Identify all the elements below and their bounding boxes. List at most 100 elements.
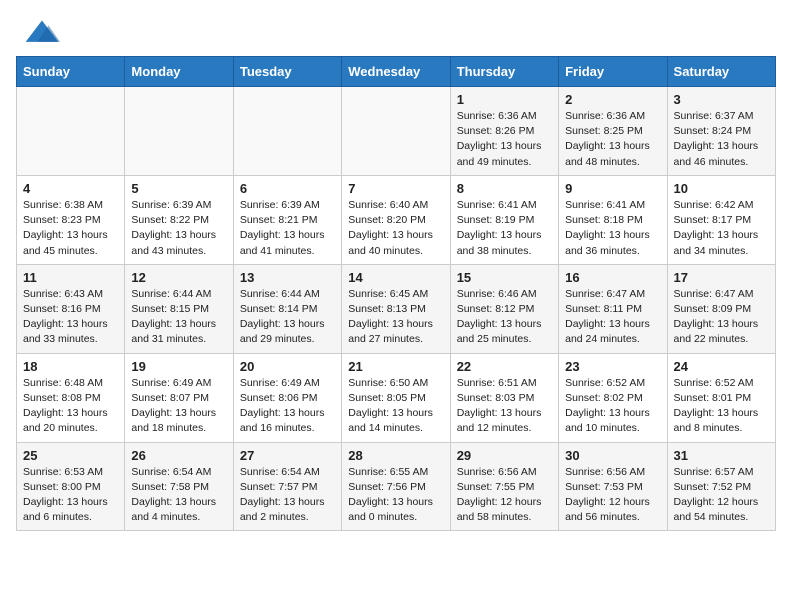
day-number: 27 xyxy=(240,448,335,463)
day-info: Sunrise: 6:49 AM Sunset: 8:06 PM Dayligh… xyxy=(240,376,335,437)
day-info: Sunrise: 6:52 AM Sunset: 8:02 PM Dayligh… xyxy=(565,376,660,437)
day-number: 20 xyxy=(240,359,335,374)
logo xyxy=(24,18,64,46)
day-number: 15 xyxy=(457,270,552,285)
day-number: 26 xyxy=(131,448,226,463)
day-number: 17 xyxy=(674,270,769,285)
calendar-body: 1 Sunrise: 6:36 AM Sunset: 8:26 PM Daylig… xyxy=(17,87,776,531)
page-header xyxy=(0,0,792,56)
calendar-cell: 25 Sunrise: 6:53 AM Sunset: 8:00 PM Dayli… xyxy=(17,442,125,531)
day-info: Sunrise: 6:45 AM Sunset: 8:13 PM Dayligh… xyxy=(348,287,443,348)
day-number: 3 xyxy=(674,92,769,107)
calendar-cell: 27 Sunrise: 6:54 AM Sunset: 7:57 PM Dayli… xyxy=(233,442,341,531)
day-number: 21 xyxy=(348,359,443,374)
calendar-week-4: 25 Sunrise: 6:53 AM Sunset: 8:00 PM Dayli… xyxy=(17,442,776,531)
day-number: 22 xyxy=(457,359,552,374)
day-info: Sunrise: 6:44 AM Sunset: 8:14 PM Dayligh… xyxy=(240,287,335,348)
calendar-cell: 3 Sunrise: 6:37 AM Sunset: 8:24 PM Daylig… xyxy=(667,87,775,176)
calendar-cell: 12 Sunrise: 6:44 AM Sunset: 8:15 PM Dayli… xyxy=(125,264,233,353)
calendar-table: SundayMondayTuesdayWednesdayThursdayFrid… xyxy=(16,56,776,531)
calendar-cell: 9Sunrise: 6:41 AM Sunset: 8:18 PM Daylig… xyxy=(559,175,667,264)
day-number: 7 xyxy=(348,181,443,196)
calendar-week-0: 1 Sunrise: 6:36 AM Sunset: 8:26 PM Daylig… xyxy=(17,87,776,176)
day-number: 1 xyxy=(457,92,552,107)
day-info: Sunrise: 6:56 AM Sunset: 7:55 PM Dayligh… xyxy=(457,465,552,526)
calendar-cell: 15 Sunrise: 6:46 AM Sunset: 8:12 PM Dayli… xyxy=(450,264,558,353)
day-header-saturday: Saturday xyxy=(667,57,775,87)
day-info: Sunrise: 6:54 AM Sunset: 7:58 PM Dayligh… xyxy=(131,465,226,526)
calendar-cell: 23Sunrise: 6:52 AM Sunset: 8:02 PM Dayli… xyxy=(559,353,667,442)
day-info: Sunrise: 6:41 AM Sunset: 8:19 PM Dayligh… xyxy=(457,198,552,259)
calendar-cell xyxy=(233,87,341,176)
day-number: 25 xyxy=(23,448,118,463)
day-number: 4 xyxy=(23,181,118,196)
calendar-week-3: 18 Sunrise: 6:48 AM Sunset: 8:08 PM Dayli… xyxy=(17,353,776,442)
day-info: Sunrise: 6:43 AM Sunset: 8:16 PM Dayligh… xyxy=(23,287,118,348)
calendar-header: SundayMondayTuesdayWednesdayThursdayFrid… xyxy=(17,57,776,87)
calendar-cell: 28Sunrise: 6:55 AM Sunset: 7:56 PM Dayli… xyxy=(342,442,450,531)
day-info: Sunrise: 6:55 AM Sunset: 7:56 PM Dayligh… xyxy=(348,465,443,526)
day-number: 29 xyxy=(457,448,552,463)
day-info: Sunrise: 6:36 AM Sunset: 8:25 PM Dayligh… xyxy=(565,109,660,170)
calendar-cell: 22Sunrise: 6:51 AM Sunset: 8:03 PM Dayli… xyxy=(450,353,558,442)
day-info: Sunrise: 6:46 AM Sunset: 8:12 PM Dayligh… xyxy=(457,287,552,348)
day-number: 12 xyxy=(131,270,226,285)
calendar-week-2: 11Sunrise: 6:43 AM Sunset: 8:16 PM Dayli… xyxy=(17,264,776,353)
day-info: Sunrise: 6:44 AM Sunset: 8:15 PM Dayligh… xyxy=(131,287,226,348)
day-number: 30 xyxy=(565,448,660,463)
calendar-cell: 21Sunrise: 6:50 AM Sunset: 8:05 PM Dayli… xyxy=(342,353,450,442)
calendar-cell: 19Sunrise: 6:49 AM Sunset: 8:07 PM Dayli… xyxy=(125,353,233,442)
day-header-sunday: Sunday xyxy=(17,57,125,87)
day-info: Sunrise: 6:47 AM Sunset: 8:09 PM Dayligh… xyxy=(674,287,769,348)
calendar-cell: 30 Sunrise: 6:56 AM Sunset: 7:53 PM Dayli… xyxy=(559,442,667,531)
calendar-cell: 10 Sunrise: 6:42 AM Sunset: 8:17 PM Dayli… xyxy=(667,175,775,264)
calendar-wrapper: SundayMondayTuesdayWednesdayThursdayFrid… xyxy=(0,56,792,547)
day-info: Sunrise: 6:52 AM Sunset: 8:01 PM Dayligh… xyxy=(674,376,769,437)
day-info: Sunrise: 6:41 AM Sunset: 8:18 PM Dayligh… xyxy=(565,198,660,259)
day-info: Sunrise: 6:36 AM Sunset: 8:26 PM Dayligh… xyxy=(457,109,552,170)
day-info: Sunrise: 6:56 AM Sunset: 7:53 PM Dayligh… xyxy=(565,465,660,526)
calendar-cell: 31 Sunrise: 6:57 AM Sunset: 7:52 PM Dayli… xyxy=(667,442,775,531)
day-info: Sunrise: 6:57 AM Sunset: 7:52 PM Dayligh… xyxy=(674,465,769,526)
calendar-cell: 1 Sunrise: 6:36 AM Sunset: 8:26 PM Daylig… xyxy=(450,87,558,176)
day-info: Sunrise: 6:54 AM Sunset: 7:57 PM Dayligh… xyxy=(240,465,335,526)
day-info: Sunrise: 6:38 AM Sunset: 8:23 PM Dayligh… xyxy=(23,198,118,259)
day-number: 8 xyxy=(457,181,552,196)
calendar-cell: 24Sunrise: 6:52 AM Sunset: 8:01 PM Dayli… xyxy=(667,353,775,442)
day-number: 19 xyxy=(131,359,226,374)
day-info: Sunrise: 6:39 AM Sunset: 8:21 PM Dayligh… xyxy=(240,198,335,259)
day-info: Sunrise: 6:40 AM Sunset: 8:20 PM Dayligh… xyxy=(348,198,443,259)
calendar-cell: 13 Sunrise: 6:44 AM Sunset: 8:14 PM Dayli… xyxy=(233,264,341,353)
calendar-week-1: 4 Sunrise: 6:38 AM Sunset: 8:23 PM Daylig… xyxy=(17,175,776,264)
day-info: Sunrise: 6:37 AM Sunset: 8:24 PM Dayligh… xyxy=(674,109,769,170)
day-number: 31 xyxy=(674,448,769,463)
calendar-cell: 5 Sunrise: 6:39 AM Sunset: 8:22 PM Daylig… xyxy=(125,175,233,264)
calendar-cell: 17 Sunrise: 6:47 AM Sunset: 8:09 PM Dayli… xyxy=(667,264,775,353)
day-number: 5 xyxy=(131,181,226,196)
calendar-cell: 11Sunrise: 6:43 AM Sunset: 8:16 PM Dayli… xyxy=(17,264,125,353)
calendar-cell: 18 Sunrise: 6:48 AM Sunset: 8:08 PM Dayli… xyxy=(17,353,125,442)
day-header-wednesday: Wednesday xyxy=(342,57,450,87)
day-number: 16 xyxy=(565,270,660,285)
day-header-tuesday: Tuesday xyxy=(233,57,341,87)
day-number: 14 xyxy=(348,270,443,285)
day-header-monday: Monday xyxy=(125,57,233,87)
day-number: 10 xyxy=(674,181,769,196)
day-info: Sunrise: 6:53 AM Sunset: 8:00 PM Dayligh… xyxy=(23,465,118,526)
day-number: 13 xyxy=(240,270,335,285)
calendar-cell: 7 Sunrise: 6:40 AM Sunset: 8:20 PM Daylig… xyxy=(342,175,450,264)
calendar-cell: 20 Sunrise: 6:49 AM Sunset: 8:06 PM Dayli… xyxy=(233,353,341,442)
day-number: 2 xyxy=(565,92,660,107)
day-info: Sunrise: 6:47 AM Sunset: 8:11 PM Dayligh… xyxy=(565,287,660,348)
calendar-cell: 14 Sunrise: 6:45 AM Sunset: 8:13 PM Dayli… xyxy=(342,264,450,353)
calendar-cell xyxy=(342,87,450,176)
header-row: SundayMondayTuesdayWednesdayThursdayFrid… xyxy=(17,57,776,87)
day-number: 18 xyxy=(23,359,118,374)
day-info: Sunrise: 6:48 AM Sunset: 8:08 PM Dayligh… xyxy=(23,376,118,437)
day-header-friday: Friday xyxy=(559,57,667,87)
calendar-cell: 29 Sunrise: 6:56 AM Sunset: 7:55 PM Dayli… xyxy=(450,442,558,531)
day-info: Sunrise: 6:42 AM Sunset: 8:17 PM Dayligh… xyxy=(674,198,769,259)
day-info: Sunrise: 6:39 AM Sunset: 8:22 PM Dayligh… xyxy=(131,198,226,259)
calendar-cell: 16 Sunrise: 6:47 AM Sunset: 8:11 PM Dayli… xyxy=(559,264,667,353)
calendar-cell: 2 Sunrise: 6:36 AM Sunset: 8:25 PM Daylig… xyxy=(559,87,667,176)
